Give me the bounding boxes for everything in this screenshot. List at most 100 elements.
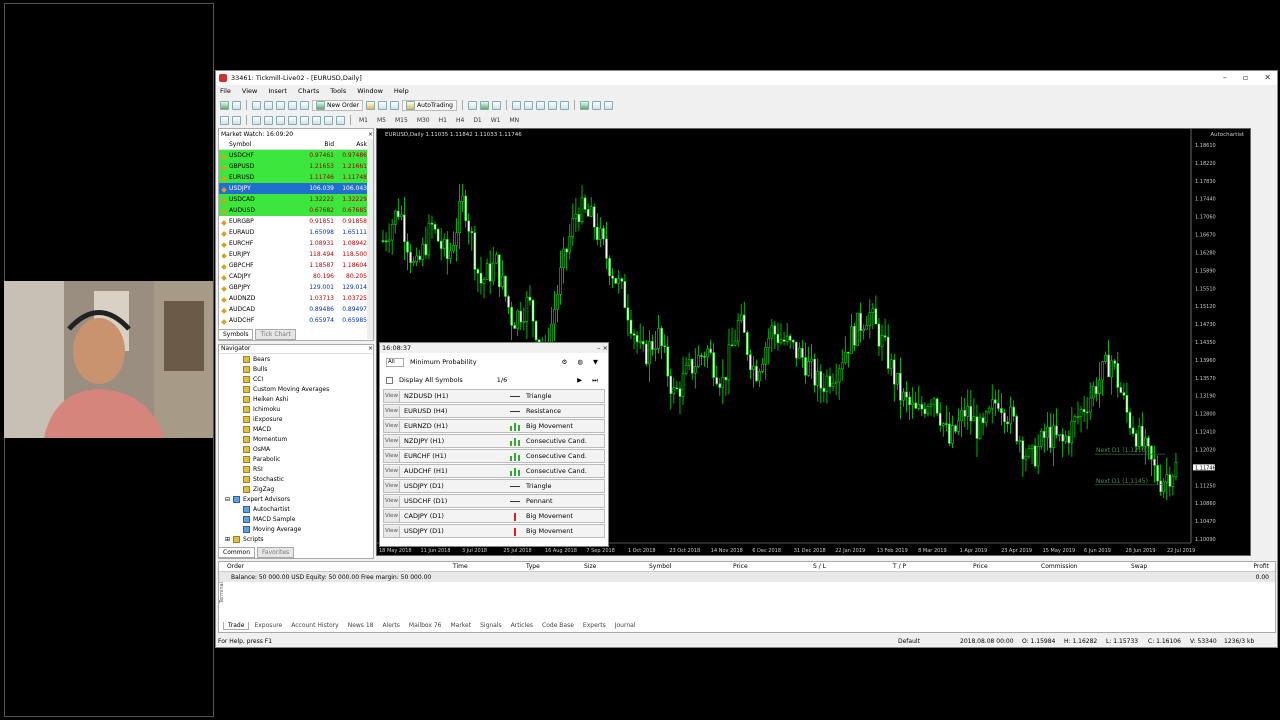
terminal-column-header[interactable]: Price	[733, 563, 813, 570]
maximize-icon[interactable]: ▫	[1243, 73, 1248, 82]
timeframe-m15[interactable]: M15	[392, 117, 411, 124]
last-page-icon[interactable]: ⏭	[592, 376, 598, 385]
trendline-icon[interactable]	[276, 115, 285, 125]
terminal-icon[interactable]	[288, 100, 297, 110]
autochartist-result-row[interactable]: View USDCHF (D1) Pennant	[383, 494, 605, 508]
timeframe-h4[interactable]: H4	[453, 117, 467, 124]
terminal-column-header[interactable]: Time	[453, 563, 526, 570]
navigator-indicator[interactable]: iExposure	[219, 414, 373, 424]
scrollbar[interactable]	[367, 139, 373, 339]
metaeditor-icon[interactable]	[366, 100, 376, 110]
view-button[interactable]: View	[384, 435, 400, 447]
autoscroll-icon[interactable]	[560, 100, 569, 110]
text-label-icon[interactable]	[324, 115, 333, 125]
strategy-tester-icon[interactable]	[300, 100, 309, 110]
autochartist-result-row[interactable]: View AUDCHF (H1) Consecutive Cand.	[383, 464, 605, 478]
col-symbol[interactable]: Symbol	[219, 141, 299, 148]
market-watch-row[interactable]: EURGBP 0.91851 0.91858	[219, 216, 373, 227]
timeframe-m30[interactable]: M30	[414, 117, 433, 124]
filter-select[interactable]: All	[386, 357, 404, 367]
candlestick-icon[interactable]	[480, 100, 489, 110]
market-watch-row[interactable]: EURAUD 1.65098 1.65111	[219, 227, 373, 238]
tab-common[interactable]: Common	[218, 547, 256, 558]
terminal-tab[interactable]: Articles	[507, 622, 537, 630]
timeframe-mn[interactable]: MN	[507, 117, 523, 124]
navigator-expert-advisors[interactable]: ⊟ Expert Advisors	[219, 494, 373, 504]
autochartist-result-row[interactable]: View EURNZD (H1) Big Movement	[383, 419, 605, 433]
market-watch-row[interactable]: CADJPY 80.196 80.205	[219, 271, 373, 282]
periods-icon[interactable]	[592, 100, 601, 110]
autochartist-result-row[interactable]: View USDJPY (D1) Triangle	[383, 479, 605, 493]
arrows-icon[interactable]	[336, 115, 345, 125]
fibonacci-icon[interactable]	[300, 115, 309, 125]
terminal-tab[interactable]: Market	[446, 622, 475, 630]
market-watch-row[interactable]: AUDCAD 0.89486 0.89497	[219, 304, 373, 315]
minimize-icon[interactable]: –	[1223, 73, 1227, 82]
new-order-button[interactable]: New Order	[312, 99, 364, 111]
indicators-icon[interactable]	[580, 100, 589, 110]
terminal-tab[interactable]: Experts	[579, 622, 610, 630]
timeframe-d1[interactable]: D1	[470, 117, 484, 124]
terminal-tab[interactable]: Code Base	[538, 622, 578, 630]
view-button[interactable]: View	[384, 405, 400, 417]
close-icon[interactable]: ×	[368, 131, 373, 138]
view-button[interactable]: View	[384, 495, 400, 507]
view-button[interactable]: View	[384, 480, 400, 492]
navigator-scripts[interactable]: ⊞ Scripts	[219, 534, 373, 544]
autochartist-titlebar[interactable]: 16:08:37 – ×	[380, 343, 608, 353]
view-button[interactable]: View	[384, 420, 400, 432]
tab-symbols[interactable]: Symbols	[218, 329, 254, 340]
market-watch-row[interactable]: USDJPY 106.039 106.043	[219, 183, 373, 194]
terminal-tab[interactable]: Trade	[223, 622, 250, 630]
navigator-expert[interactable]: Autochartist	[219, 504, 373, 514]
crosshair-icon[interactable]	[232, 115, 241, 125]
menu-window[interactable]: Window	[357, 87, 383, 95]
tab-favorites[interactable]: Favorites	[257, 547, 295, 558]
zoom-in-icon[interactable]	[512, 100, 521, 110]
next-page-icon[interactable]: ▶	[577, 376, 582, 385]
terminal-tab[interactable]: News 18	[344, 622, 378, 630]
autochartist-result-row[interactable]: View EURCHF (H1) Consecutive Cand.	[383, 449, 605, 463]
terminal-column-header[interactable]: Symbol	[649, 563, 733, 570]
market-watch-row[interactable]: GBPUSD 1.21653 1.21661	[219, 161, 373, 172]
menu-insert[interactable]: Insert	[268, 87, 287, 95]
terminal-column-header[interactable]: Size	[584, 563, 649, 570]
menu-file[interactable]: File	[220, 87, 231, 95]
navigator-indicator[interactable]: Ichimoku	[219, 404, 373, 414]
autochartist-result-row[interactable]: View NZDUSD (H1) Triangle	[383, 389, 605, 403]
terminal-tab[interactable]: Mailbox 76	[405, 622, 446, 630]
display-all-checkbox[interactable]	[386, 376, 393, 384]
menu-charts[interactable]: Charts	[298, 87, 319, 95]
filter-icon[interactable]: ▼	[593, 358, 598, 366]
navigator-indicator[interactable]: Parabolic	[219, 454, 373, 464]
terminal-column-header[interactable]: Profit	[1253, 563, 1275, 570]
navigator-expert[interactable]: MACD Sample	[219, 514, 373, 524]
terminal-column-header[interactable]: T / P	[893, 563, 973, 570]
templates-icon[interactable]	[604, 100, 613, 110]
navigator-expert[interactable]: Moving Average	[219, 524, 373, 534]
timeframe-m1[interactable]: M1	[356, 117, 371, 124]
market-watch-row[interactable]: EURUSD 1.11746 1.11748	[219, 172, 373, 183]
view-button[interactable]: View	[384, 390, 400, 402]
terminal-tab[interactable]: Account History	[287, 622, 342, 630]
chart-shift-icon[interactable]	[548, 100, 557, 110]
navigator-indicator[interactable]: Custom Moving Averages	[219, 384, 373, 394]
text-icon[interactable]	[312, 115, 321, 125]
close-icon[interactable]: – ×	[597, 344, 608, 352]
view-button[interactable]: View	[384, 510, 400, 522]
market-watch-row[interactable]: GBPJPY 129.001 129.014	[219, 282, 373, 293]
terminal-column-header[interactable]: Order	[227, 563, 453, 570]
col-bid[interactable]: Bid	[299, 141, 334, 148]
market-watch-row[interactable]: GBPCHF 1.18587 1.18604	[219, 260, 373, 271]
menu-tools[interactable]: Tools	[330, 87, 346, 95]
terminal-tab[interactable]: Signals	[476, 622, 506, 630]
terminal-tab[interactable]: Journal	[611, 622, 640, 630]
tile-windows-icon[interactable]	[536, 100, 545, 110]
terminal-column-header[interactable]: Price	[973, 563, 1041, 570]
cursor-icon[interactable]	[220, 115, 229, 125]
col-ask[interactable]: Ask	[334, 141, 367, 148]
profiles-icon[interactable]	[232, 100, 241, 110]
horizontal-line-icon[interactable]	[264, 115, 273, 125]
view-button[interactable]: View	[384, 465, 400, 477]
navigator-indicator[interactable]: Bulls	[219, 364, 373, 374]
